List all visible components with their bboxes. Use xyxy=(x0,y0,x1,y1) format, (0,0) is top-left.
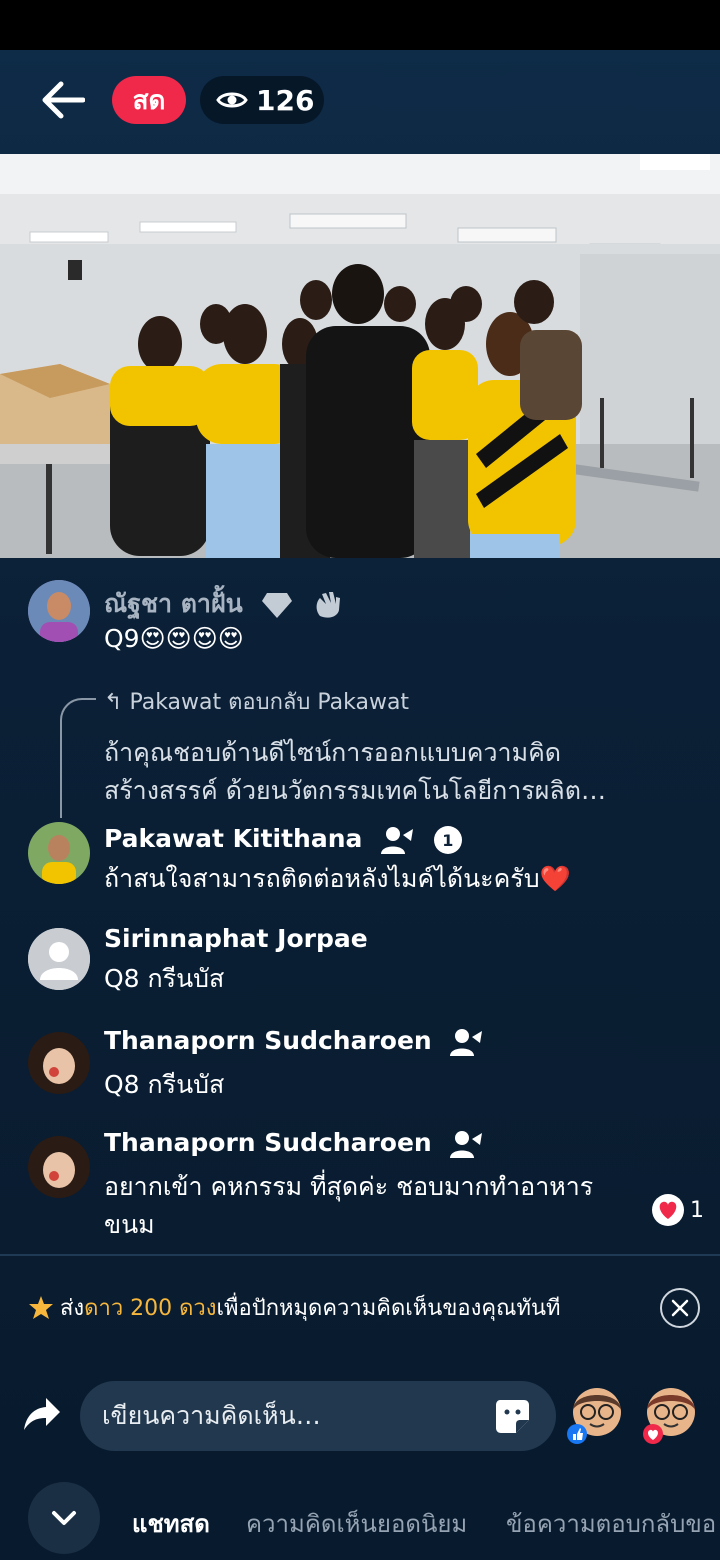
comment-author[interactable]: Pakawat Kitithana 1 xyxy=(104,824,462,855)
comment-text: ถ้าสนใจสามารถติดต่อหลังไมค์ได้นะครับ❤️ xyxy=(104,864,571,893)
viewer-count-value: 126 xyxy=(256,83,315,117)
default-avatar-icon xyxy=(28,928,90,990)
comment-author[interactable]: Thanaporn Sudcharoen xyxy=(104,1026,484,1057)
close-icon xyxy=(671,1299,689,1317)
avatar[interactable] xyxy=(28,580,90,642)
avatar-image xyxy=(28,1032,90,1094)
divider xyxy=(0,1254,720,1256)
tab-live-chat[interactable]: แชทสด xyxy=(132,1504,210,1543)
live-video[interactable] xyxy=(0,154,720,558)
comment-text: Q8 กรีนบัส xyxy=(104,1070,225,1099)
avatar-emoji-icon xyxy=(567,1388,621,1444)
chevron-down-icon xyxy=(52,1511,76,1525)
eye-icon xyxy=(216,92,248,108)
comment-author[interactable]: Sirinnaphat Jorpae xyxy=(104,924,368,953)
avatar[interactable] xyxy=(28,822,90,884)
share-icon xyxy=(24,1398,60,1430)
creator-icon xyxy=(450,1131,483,1158)
comment-author[interactable]: Thanaporn Sudcharoen xyxy=(104,1128,484,1159)
avatar-image xyxy=(28,580,90,642)
heart-icon xyxy=(652,1194,684,1226)
like-avatar-reaction[interactable] xyxy=(566,1382,628,1444)
diamond-icon xyxy=(262,593,293,618)
reply-context[interactable]: ↰ Pakawat ตอบกลับ Pakawat xyxy=(104,684,409,719)
comment-author[interactable]: ณัฐชา ตาฝั้น xyxy=(104,584,342,624)
bottom-tab-bar: แชทสด ความคิดเห็นยอดนิยม ข้อความตอบกลับข… xyxy=(0,1480,720,1556)
rank-badge: 1 xyxy=(433,826,462,854)
reply-quote-line-1: ถ้าคุณชอบด้านดีไซน์การออกแบบความคิด xyxy=(104,738,562,767)
tab-replies[interactable]: ข้อความตอบกลับขอ xyxy=(506,1504,716,1543)
pin-promo[interactable]: ส่ง ดาว 200 ดวง เพื่อปักหมุดความคิดเห็นของ… xyxy=(28,1290,561,1325)
live-header xyxy=(0,50,720,154)
close-promo-button[interactable] xyxy=(660,1288,700,1328)
tab-top-comments[interactable]: ความคิดเห็นยอดนิยม xyxy=(246,1504,467,1543)
avatar-emoji-icon xyxy=(643,1388,695,1444)
reply-connector xyxy=(60,698,96,818)
reply-quote-line-2: สร้างสรรค์ ด้วยนวัตกรรมเทคโนโลยีการผลิต… xyxy=(104,776,606,805)
avatar[interactable] xyxy=(28,928,90,990)
avatar[interactable] xyxy=(28,1136,90,1198)
share-button[interactable] xyxy=(22,1396,62,1436)
comment-input[interactable]: เขียนความคิดเห็น… xyxy=(80,1381,556,1451)
creator-icon xyxy=(450,1029,483,1056)
back-arrow-icon xyxy=(42,81,85,119)
avatar-image xyxy=(28,1136,90,1198)
comment-text-line-2: ขนม xyxy=(104,1210,155,1239)
reply-arrow-icon: ↰ xyxy=(104,690,123,715)
live-badge: สด xyxy=(112,76,186,124)
comment-input-placeholder: เขียนความคิดเห็น… xyxy=(102,1401,321,1430)
avatar[interactable] xyxy=(28,1032,90,1094)
avatar-image xyxy=(28,822,90,884)
reaction-count: 1 xyxy=(690,1197,704,1223)
collapse-button[interactable] xyxy=(28,1482,100,1554)
comment-text: Q8 กรีนบัส xyxy=(104,964,225,993)
viewer-count: 126 xyxy=(200,76,324,124)
star-icon xyxy=(29,1295,53,1319)
wave-hand-icon xyxy=(316,592,341,618)
back-button[interactable] xyxy=(36,78,90,122)
comment-text-line-1: อยากเข้า คหกรรม ที่สุดค่ะ ชอบมากทำอาหาร xyxy=(104,1172,594,1201)
video-frame xyxy=(0,154,720,558)
sticker-icon[interactable] xyxy=(492,1396,532,1436)
heart-reaction[interactable]: 1 xyxy=(652,1194,704,1226)
comment-text: Q9😍😍😍😍 xyxy=(104,624,244,653)
creator-icon xyxy=(381,827,414,854)
love-avatar-reaction[interactable] xyxy=(640,1382,702,1444)
status-bar xyxy=(0,0,720,50)
